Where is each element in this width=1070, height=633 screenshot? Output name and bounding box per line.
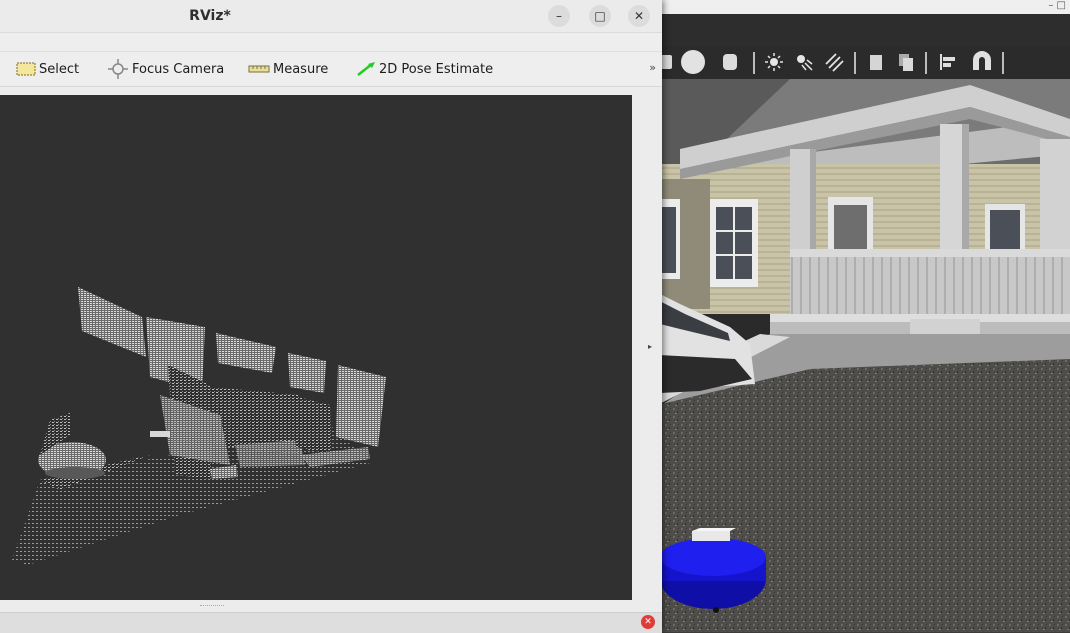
toolbar-separator	[925, 52, 927, 74]
gazebo-window-controls[interactable]: – □	[1048, 0, 1066, 14]
magnet-icon[interactable]	[970, 50, 994, 74]
rviz-window: RViz* – □ ✕ Select Focus Camera Measure …	[0, 0, 662, 633]
status-bar	[0, 612, 662, 633]
measure-tool-label: Measure	[273, 61, 329, 77]
minimize-button[interactable]: –	[548, 5, 570, 27]
measure-tool-button[interactable]: Measure	[248, 52, 328, 86]
select-tool-button[interactable]: Select	[16, 52, 79, 86]
select-icon	[16, 62, 36, 76]
tool-bar: Select Focus Camera Measure 2D Pose Esti…	[0, 52, 662, 87]
cylinder-icon[interactable]	[720, 52, 740, 72]
rviz-titlebar: RViz* – □ ✕	[0, 0, 662, 33]
directional-light-icon[interactable]	[824, 52, 844, 72]
gazebo-menubar	[640, 14, 1070, 46]
measure-icon	[248, 65, 270, 73]
gazebo-3d-scene[interactable]	[640, 79, 1070, 632]
gazebo-toolbar	[640, 46, 1070, 80]
point-light-icon[interactable]	[764, 52, 784, 72]
pose-estimate-tool-button[interactable]: 2D Pose Estimate	[356, 52, 493, 86]
gazebo-window: – □	[640, 0, 1070, 632]
toolbar-separator	[753, 52, 755, 74]
paste-icon[interactable]	[896, 52, 916, 72]
gazebo-titlebar: – □	[640, 0, 1070, 14]
align-icon[interactable]	[938, 52, 958, 72]
maximize-button[interactable]: □	[589, 5, 611, 27]
pose-estimate-arrow-icon	[357, 62, 375, 76]
focus-camera-icon	[108, 59, 128, 79]
select-tool-label: Select	[39, 61, 80, 77]
collapse-panel-arrow[interactable]: ▸	[648, 342, 652, 351]
menubar	[0, 33, 662, 52]
focus-camera-tool-button[interactable]: Focus Camera	[107, 52, 224, 86]
toolbar-separator	[854, 52, 856, 74]
right-panel-strip	[632, 95, 662, 600]
close-button[interactable]: ✕	[628, 5, 650, 27]
sphere-icon[interactable]	[680, 49, 706, 75]
splitter-handle[interactable]	[200, 605, 224, 609]
pose-estimate-tool-label: 2D Pose Estimate	[379, 61, 494, 77]
more-tools-button[interactable]: »	[649, 61, 656, 74]
focus-camera-tool-label: Focus Camera	[132, 61, 225, 77]
toolbar-separator	[1002, 52, 1004, 74]
spot-light-icon[interactable]	[794, 52, 814, 72]
window-title: RViz*	[189, 8, 231, 24]
copy-icon[interactable]	[866, 52, 886, 72]
status-close-icon[interactable]: ✕	[641, 615, 655, 629]
rviz-3d-viewport[interactable]	[0, 95, 632, 600]
